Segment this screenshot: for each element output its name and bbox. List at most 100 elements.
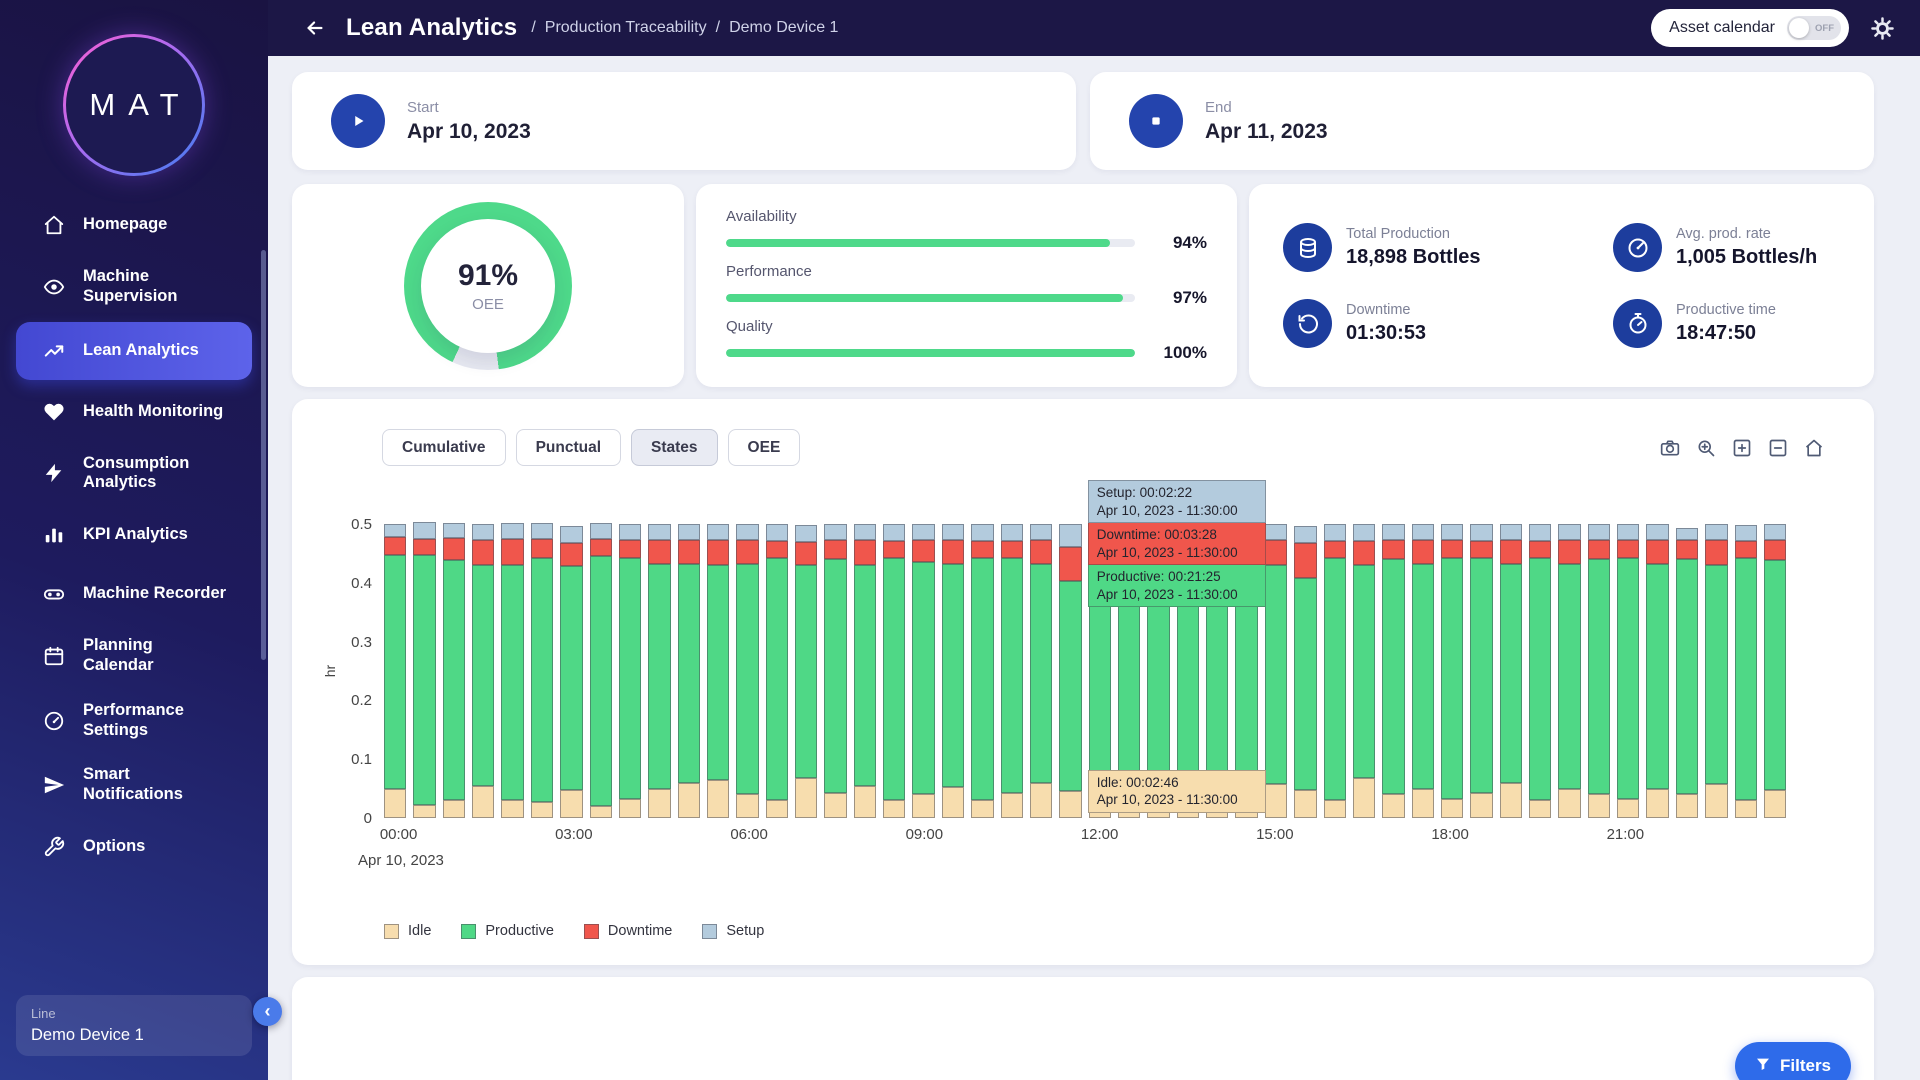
productive-segment: [1001, 558, 1023, 793]
bar-08:00[interactable]: [854, 524, 876, 818]
play-icon-button[interactable]: [331, 94, 385, 148]
asset-calendar-toggle-pill[interactable]: Asset calendar OFF: [1651, 9, 1849, 47]
bar-23:00[interactable]: [1735, 525, 1757, 818]
productive-segment: [384, 555, 406, 789]
bar-20:30[interactable]: [1588, 524, 1610, 818]
zoom-in-icon[interactable]: [1732, 438, 1752, 458]
bar-05:30[interactable]: [707, 524, 729, 818]
sidebar-item-lean-analytics[interactable]: Lean Analytics: [16, 322, 252, 380]
sidebar-item-consumption-analytics[interactable]: Consumption Analytics: [16, 444, 252, 504]
zoom-out-icon[interactable]: [1768, 438, 1788, 458]
legend-item-downtime[interactable]: Downtime: [584, 923, 672, 939]
bar-03:30[interactable]: [590, 523, 612, 818]
legend-item-setup[interactable]: Setup: [702, 923, 764, 939]
bar-05:00[interactable]: [678, 524, 700, 818]
downtime-segment: [619, 540, 641, 558]
bar-07:30[interactable]: [824, 524, 846, 818]
bar-04:00[interactable]: [619, 524, 641, 818]
tab-oee[interactable]: OEE: [728, 429, 801, 466]
downtime-segment: [707, 540, 729, 565]
bar-10:30[interactable]: [1001, 524, 1023, 818]
bar-08:30[interactable]: [883, 524, 905, 818]
filters-button[interactable]: Filters: [1735, 1042, 1851, 1080]
bar-20:00[interactable]: [1558, 524, 1580, 818]
bar-00:00[interactable]: [384, 524, 406, 818]
legend-item-idle[interactable]: Idle: [384, 923, 431, 939]
app-root: MAT Homepage Machine Supervision: [0, 0, 1920, 1080]
bar-11:00[interactable]: [1030, 524, 1052, 818]
downtime-segment: [413, 539, 435, 555]
bar-02:00[interactable]: [501, 523, 523, 818]
sidebar-item-smart-notifications[interactable]: Smart Notifications: [16, 755, 252, 815]
sidebar-item-options[interactable]: Options: [16, 820, 252, 874]
setup-segment: [1412, 524, 1434, 540]
sidebar-item-kpi-analytics[interactable]: KPI Analytics: [16, 508, 252, 562]
setup-segment: [942, 524, 964, 540]
plot-toolbar: [1660, 438, 1824, 458]
asset-calendar-switch[interactable]: OFF: [1787, 16, 1841, 40]
setup-segment: [1646, 524, 1668, 540]
tab-states[interactable]: States: [631, 429, 718, 466]
bar-01:30[interactable]: [472, 524, 494, 818]
productive-segment: [1764, 560, 1786, 789]
zoom-magnifier-icon[interactable]: [1696, 438, 1716, 458]
downtime-segment: [1059, 547, 1081, 581]
back-arrow-icon[interactable]: [304, 17, 326, 39]
camera-icon[interactable]: [1660, 438, 1680, 458]
bar-11:30[interactable]: [1059, 524, 1081, 818]
bar-18:00[interactable]: [1441, 524, 1463, 818]
bar-17:00[interactable]: [1382, 524, 1404, 818]
sidebar-item-performance-settings[interactable]: Performance Settings: [16, 691, 252, 751]
tab-cumulative[interactable]: Cumulative: [382, 429, 506, 466]
bar-22:30[interactable]: [1705, 524, 1727, 818]
performance-fill: [726, 294, 1123, 302]
downtime-segment: [443, 538, 465, 560]
bar-07:00[interactable]: [795, 525, 817, 818]
bar-09:30[interactable]: [942, 524, 964, 818]
tab-punctual[interactable]: Punctual: [516, 429, 621, 466]
legend-item-productive[interactable]: Productive: [461, 923, 554, 939]
line-selector-card[interactable]: Line Demo Device 1: [16, 995, 252, 1056]
bar-00:30[interactable]: [413, 522, 435, 818]
bar-09:00[interactable]: [912, 524, 934, 818]
sidebar-item-homepage[interactable]: Homepage: [16, 198, 252, 252]
bar-23:30[interactable]: [1764, 524, 1786, 818]
breadcrumb-item[interactable]: Demo Device 1: [729, 19, 838, 37]
bar-16:30[interactable]: [1353, 524, 1375, 818]
home-reset-icon[interactable]: [1804, 438, 1824, 458]
stop-icon-button[interactable]: [1129, 94, 1183, 148]
sidebar-collapse-button[interactable]: ‹: [253, 997, 282, 1026]
bar-18:30[interactable]: [1470, 524, 1492, 818]
sidebar-scrollbar[interactable]: [261, 250, 266, 660]
sidebar-item-machine-supervision[interactable]: Machine Supervision: [16, 257, 252, 317]
breadcrumb-item[interactable]: Production Traceability: [545, 19, 707, 37]
sidebar-item-health-monitoring[interactable]: Health Monitoring: [16, 385, 252, 439]
bar-21:00[interactable]: [1617, 524, 1639, 818]
bar-19:30[interactable]: [1529, 524, 1551, 818]
downtime-segment: [472, 540, 494, 565]
bar-21:30[interactable]: [1646, 524, 1668, 818]
bar-22:00[interactable]: [1676, 528, 1698, 818]
bar-15:00[interactable]: [1265, 524, 1287, 818]
downtime-swatch: [584, 924, 599, 939]
tooltip-setup: Setup: 00:02:22 Apr 10, 2023 - 11:30:00: [1088, 480, 1266, 523]
bar-19:00[interactable]: [1500, 524, 1522, 818]
bar-06:00[interactable]: [736, 524, 758, 818]
bar-10:00[interactable]: [971, 524, 993, 818]
bar-16:00[interactable]: [1324, 524, 1346, 818]
sidebar-item-machine-recorder[interactable]: Machine Recorder: [16, 567, 252, 621]
bar-17:30[interactable]: [1412, 524, 1434, 818]
bar-04:30[interactable]: [648, 524, 670, 818]
settings-gear-icon[interactable]: [1871, 17, 1894, 40]
idle-segment: [1030, 783, 1052, 818]
bar-06:30[interactable]: [766, 524, 788, 818]
bar-03:00[interactable]: [560, 526, 582, 818]
bar-02:30[interactable]: [531, 523, 553, 818]
idle-segment: [1324, 800, 1346, 818]
bar-01:00[interactable]: [443, 523, 465, 818]
bar-15:30[interactable]: [1294, 526, 1316, 818]
x-tick: 15:00: [1256, 826, 1294, 843]
idle-swatch: [384, 924, 399, 939]
apq-metrics-card: Availability 94% Performance 97%: [696, 184, 1237, 387]
sidebar-item-planning-calendar[interactable]: Planning Calendar: [16, 626, 252, 686]
